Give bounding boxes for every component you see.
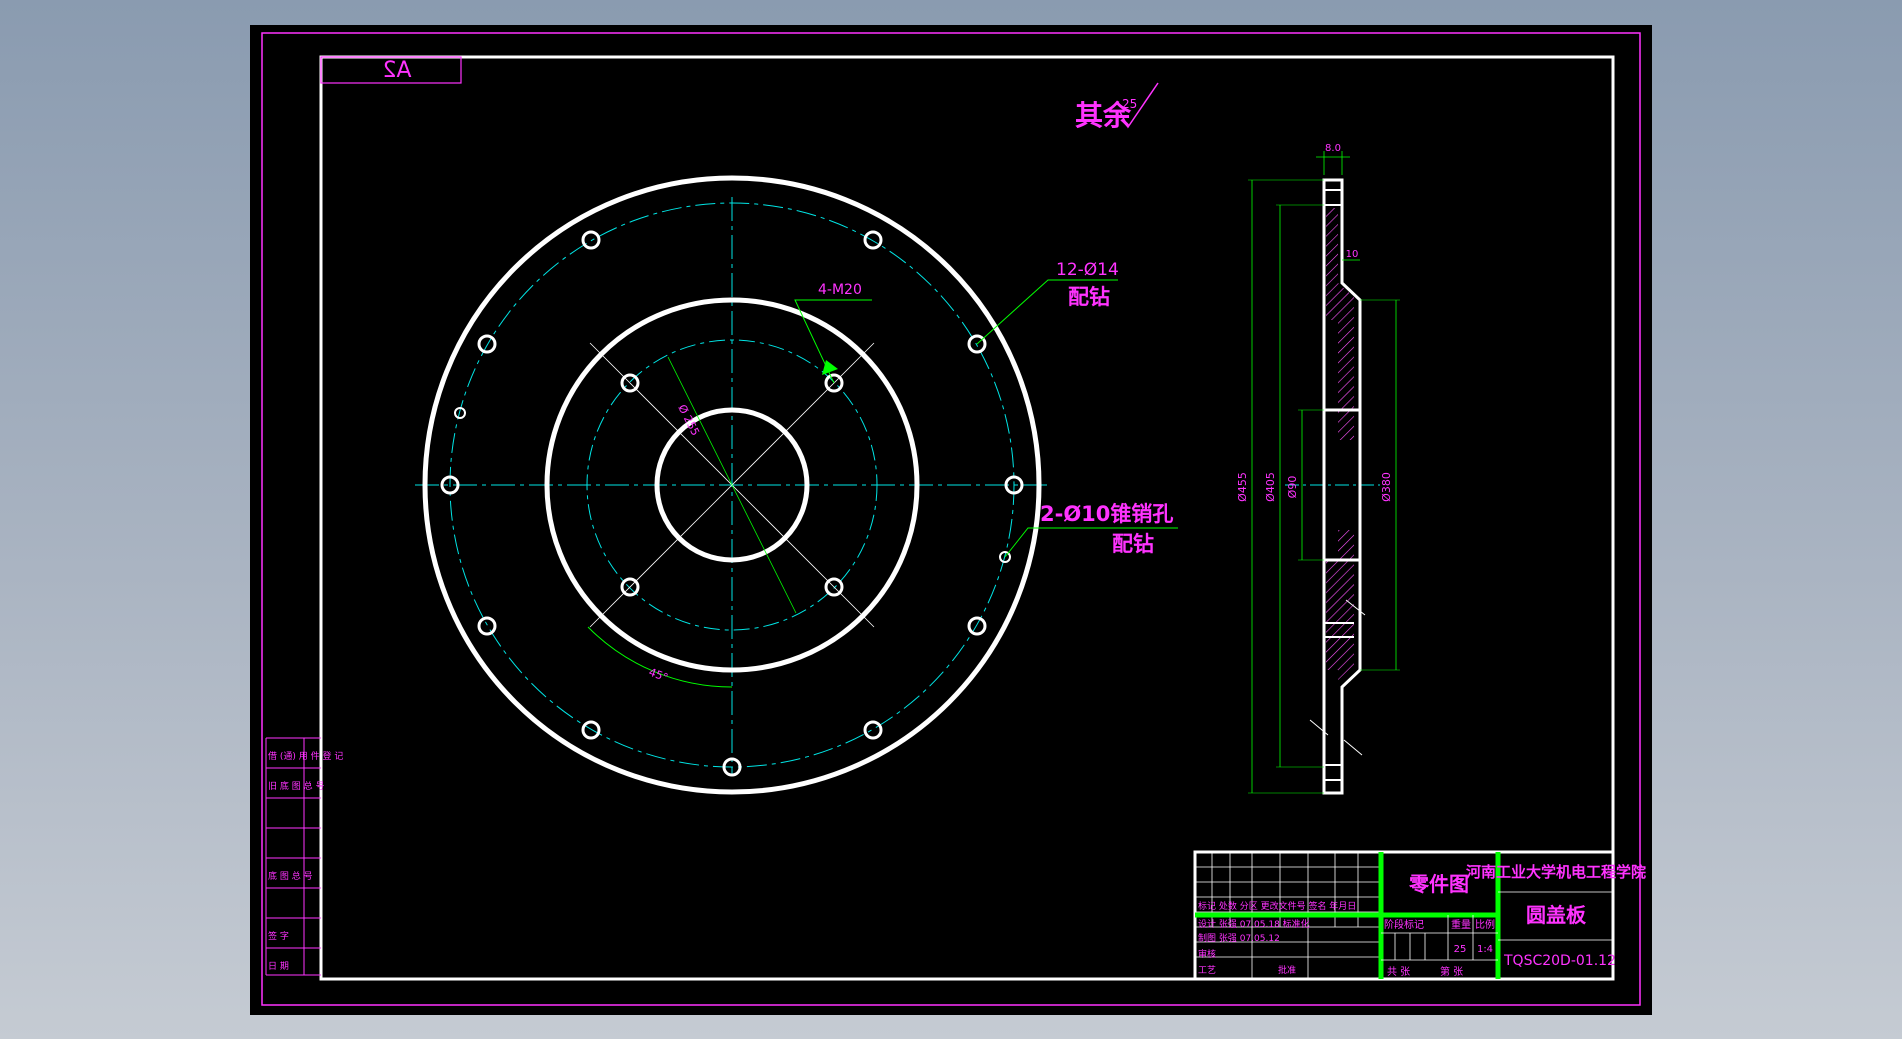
side-label-3: 底 图 总 号 (268, 870, 313, 882)
side-label-4: 签 字 (268, 930, 289, 942)
dim-d1: Ø455 (1236, 472, 1249, 502)
size-mark-text: A2 (382, 58, 411, 83)
size-mark-box: A2 (320, 56, 462, 84)
cad-drawing: A2 其余 25 12-Ø14 配钻 4-M20 2-Ø10锥销孔 配钻 Ø 2… (261, 32, 1646, 1006)
title-sheet-index: 第 张 (1440, 965, 1463, 978)
title-weight-value: 25 (1454, 944, 1467, 955)
callout-threaded: 4-M20 (818, 282, 862, 298)
title-scale-value: 1:4 (1477, 944, 1493, 955)
title-review-label: 审核 (1198, 948, 1216, 960)
title-drawing-kind: 零件图 (1408, 872, 1469, 896)
roughness-value: 25 (1122, 97, 1137, 111)
title-drawing-number: TQSC20D-01.12 (1503, 953, 1616, 969)
dim-d4: Ø380 (1380, 472, 1393, 502)
title-designer-row: 设计 张强 07.05.18 标准化 (1198, 918, 1310, 930)
side-label-1: 借 (通) 用 件 登 记 (268, 750, 343, 762)
title-header-row: 标记 处数 分区 更改文件号 签名 年月日 (1198, 900, 1356, 912)
side-registration-strip: 借 (通) 用 件 登 记 旧 底 图 总 号 底 图 总 号 签 字 日 期 (265, 737, 343, 976)
callout-bolt-holes-note: 配钻 (1068, 285, 1110, 309)
title-stage-label: 阶段标记 (1384, 918, 1424, 931)
title-approve-label: 批准 (1278, 964, 1296, 976)
title-sheet-total: 共 张 (1387, 966, 1410, 978)
callout-pin-holes: 2-Ø10锥销孔 (1040, 502, 1173, 526)
title-school: 河南工业大学机电工程学院 (1466, 863, 1646, 881)
dim-step: 10 (1346, 249, 1359, 260)
callout-bolt-holes: 12-Ø14 (1056, 260, 1119, 280)
angle-dim: 45° (647, 666, 670, 685)
dim-thickness: 8.0 (1325, 143, 1341, 154)
title-drafter-row: 制图 张强 07.05.12 (1198, 932, 1280, 944)
title-scale-label: 比例 (1475, 918, 1495, 931)
dim-d2: Ø405 (1264, 472, 1277, 502)
front-view: 12-Ø14 配钻 4-M20 2-Ø10锥销孔 配钻 Ø 255 45° (415, 175, 1178, 795)
side-label-2: 旧 底 图 总 号 (268, 780, 324, 792)
callout-pin-holes-note: 配钻 (1112, 532, 1154, 556)
title-weight-label: 重量 (1451, 918, 1471, 931)
side-label-5: 日 期 (268, 961, 289, 972)
section-view: 8.0 10 Ø455 Ø405 Ø90 Ø380 (1236, 143, 1400, 795)
title-process-label: 工艺 (1198, 965, 1216, 976)
title-part-name: 圆盖板 (1526, 903, 1587, 927)
drawing-sheet: A2 其余 25 12-Ø14 配钻 4-M20 2-Ø10锥销孔 配钻 Ø 2… (250, 25, 1652, 1015)
roughness-note: 其余 25 (1075, 82, 1159, 132)
dim-d3: Ø90 (1286, 476, 1299, 499)
title-block: 零件图 河南工业大学机电工程学院 圆盖板 TQSC20D-01.12 标记 处数… (1193, 850, 1646, 981)
drawing-frame (319, 55, 1615, 981)
trim-border (261, 32, 1641, 1006)
